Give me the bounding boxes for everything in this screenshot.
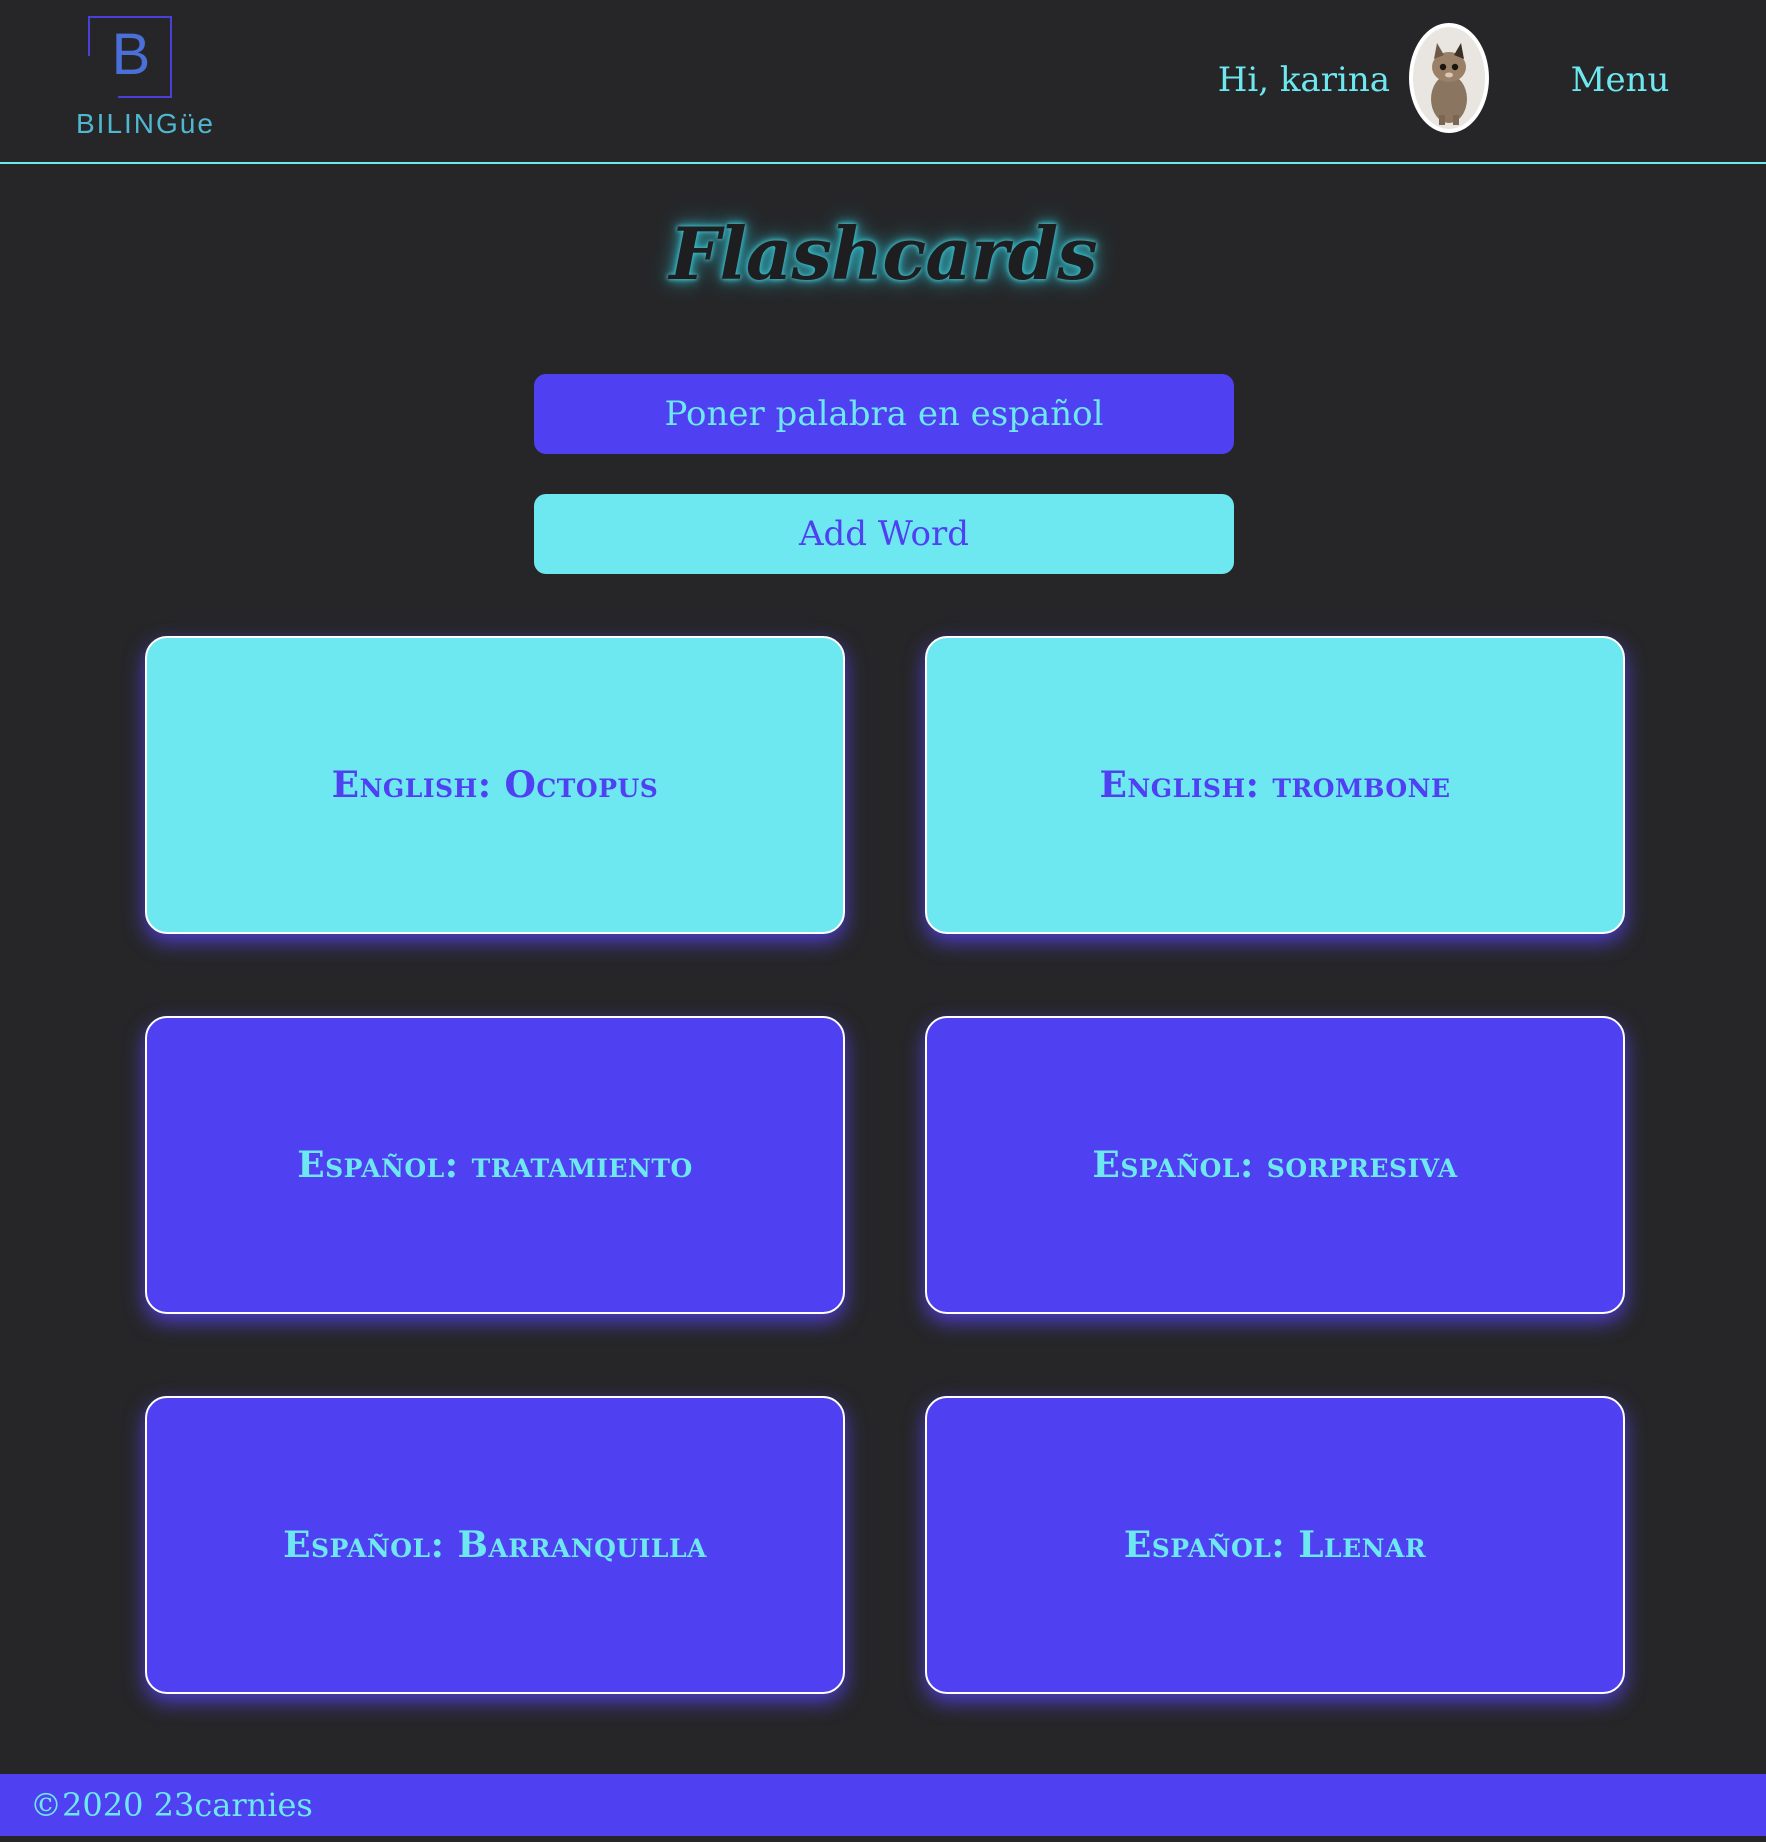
flashcard[interactable]: English: trombone bbox=[925, 636, 1625, 934]
flashcard-label: Español: Llenar bbox=[1123, 1524, 1427, 1566]
page: B BILINGüe Hi, karina Menu Flashcards Po… bbox=[0, 0, 1766, 1842]
flashcard[interactable]: Español: tratamiento bbox=[145, 1016, 845, 1314]
flashcard[interactable]: Español: Llenar bbox=[925, 1396, 1625, 1694]
logo-wordmark: BILINGüe bbox=[76, 108, 215, 139]
cat-avatar-icon bbox=[1413, 27, 1485, 129]
flashcard-label: Español: tratamiento bbox=[297, 1144, 693, 1186]
site-footer: ©2020 23carnies bbox=[0, 1774, 1766, 1836]
site-header: B BILINGüe Hi, karina Menu bbox=[0, 0, 1766, 164]
page-title: Flashcards bbox=[669, 211, 1097, 296]
flashcard[interactable]: Español: Barranquilla bbox=[145, 1396, 845, 1694]
flashcard-label: Español: Barranquilla bbox=[283, 1524, 707, 1566]
add-spanish-word-button[interactable]: Poner palabra en español bbox=[534, 374, 1234, 454]
flashcard-label: English: Octopus bbox=[331, 764, 659, 806]
user-greeting: Hi, karina bbox=[1217, 60, 1390, 100]
logo-letter: B bbox=[111, 22, 151, 87]
flashcard-label: Español: sorpresiva bbox=[1092, 1144, 1458, 1186]
copyright-text: ©2020 23carnies bbox=[30, 1786, 313, 1824]
flashcard[interactable]: Español: sorpresiva bbox=[925, 1016, 1625, 1314]
bilingue-logo[interactable]: B BILINGüe bbox=[76, 16, 215, 144]
add-word-button[interactable]: Add Word bbox=[534, 494, 1234, 574]
avatar[interactable] bbox=[1409, 23, 1489, 133]
menu-link[interactable]: Menu bbox=[1560, 58, 1680, 102]
flashcard-label: English: trombone bbox=[1099, 764, 1451, 806]
flashcard[interactable]: English: Octopus bbox=[145, 636, 845, 934]
